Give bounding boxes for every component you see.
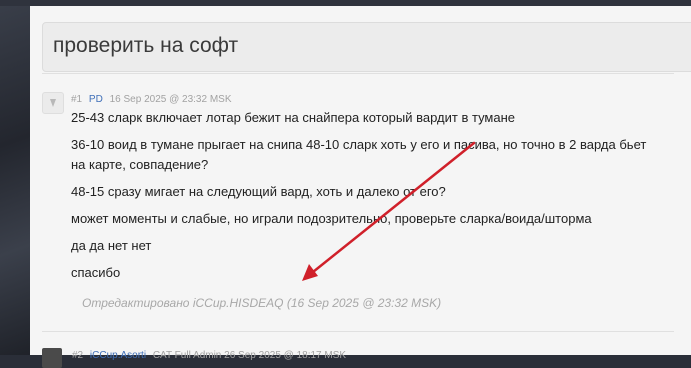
annotation-arrow: [302, 141, 476, 281]
